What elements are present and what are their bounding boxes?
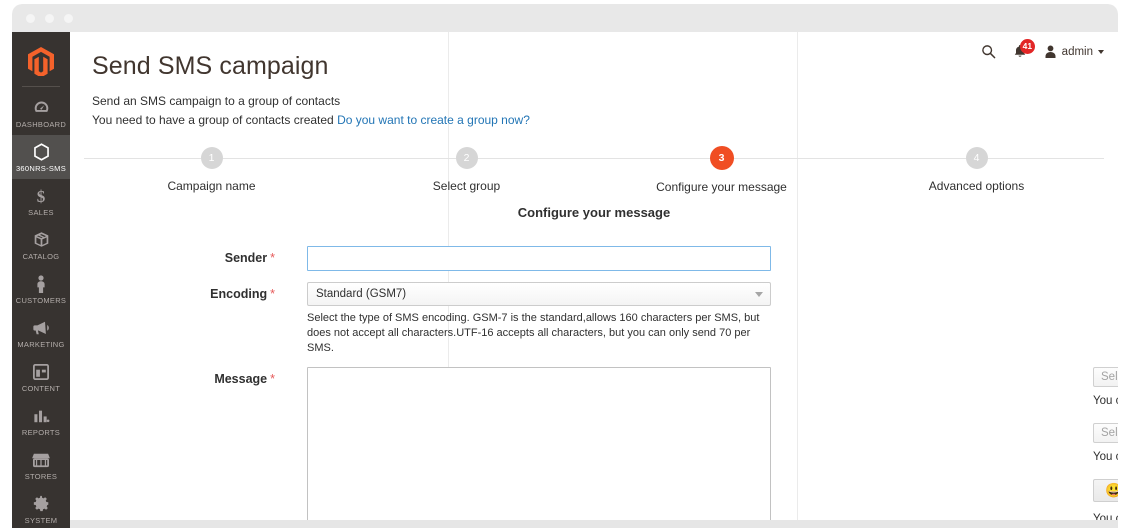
message-label: Message * [70,367,307,386]
required-asterisk: * [270,287,275,301]
form-row-message: Message* Select an Option You can add cu… [70,367,1118,528]
sidebar-item-label: Dashboard [15,120,67,129]
sidebar-logo-divider [22,86,60,87]
admin-sidebar: Dashboard 360NRS-SMS $ Sales Catalog [12,32,70,528]
chevron-down-icon [755,292,763,297]
step-label: Select group [432,179,501,193]
encoding-help-text: Select the type of SMS encoding. GSM-7 i… [307,312,760,354]
layout-icon [14,362,68,381]
custom-fields-selected-value: Select an Option [1101,371,1118,383]
required-asterisk: * [270,251,275,265]
message-label-text: Message [214,372,268,386]
page-note-text: You need to have a group of contacts cre… [92,113,338,127]
emoji-smile-icon: 😃 [1105,482,1118,498]
custom-fields-select[interactable]: Select an Option [1093,367,1118,387]
magento-logo-icon [28,46,54,76]
sidebar-item-label: Reports [21,428,61,437]
maximize-dot[interactable] [64,13,73,23]
notification-count-badge: 41 [1019,39,1036,54]
message-textarea[interactable] [307,367,771,528]
dollar-icon: $ [14,186,68,205]
custom-fields-help-text: You can add custom fields in your messag… [1093,395,1118,407]
step-number: 2 [455,147,478,169]
sidebar-item-label: Catalog [22,252,60,261]
step-select-group[interactable]: 2 Select group [339,147,594,194]
minimize-dot[interactable] [45,13,54,23]
megaphone-icon [14,318,68,337]
step-label: Configure your message [656,180,787,194]
urls-select[interactable]: Select an Option [1093,423,1118,443]
sidebar-item-label: System [24,516,58,525]
encoding-selected-value: Standard (GSM7) [316,288,407,300]
step-advanced-options[interactable]: 4 Advanced options [849,147,1104,194]
step-configure-your-message[interactable]: 3 Configure your message [594,146,849,194]
user-icon [1045,45,1056,58]
form-row-sender: Sender * [70,246,1118,271]
sidebar-item-stores[interactable]: Stores [12,443,70,487]
magento-logo[interactable] [12,38,70,84]
sender-input[interactable] [307,246,771,271]
form-row-encoding: Encoding * Standard (GSM7) Select the typ… [70,282,1118,356]
step-number: 4 [965,147,988,169]
user-name: admin [1061,45,1093,58]
sidebar-item-label: Sales [28,208,54,217]
encoding-label: Encoding * [70,282,307,301]
encoding-select[interactable]: Standard (GSM7) [307,282,771,306]
sidebar-item-marketing[interactable]: Marketing [12,311,70,355]
page-header: 41 admin Send SMS campaign Send an SMS c… [70,32,1118,129]
person-icon [14,274,68,293]
window-titlebar [12,4,1118,32]
page-bottom-strip [70,520,1118,528]
page-subtitle: Send an SMS campaign to a group of conta… [92,94,341,108]
search-icon[interactable] [981,44,996,59]
step-number: 3 [709,146,734,170]
configure-message-form: Sender * Encoding * Standard (GSM7) Sele… [70,246,1118,528]
section-title: Configure your message [517,205,671,220]
sidebar-item-customers[interactable]: Customers [12,267,70,311]
sidebar-item-reports[interactable]: Reports [12,399,70,443]
storefront-icon [14,450,68,469]
notifications-button[interactable]: 41 [1013,39,1036,59]
urls-selected-value: Select an Option [1101,427,1118,439]
box-icon [14,230,68,249]
create-group-link[interactable]: Do you want to create a group now? [337,113,530,127]
close-dot[interactable] [26,13,35,23]
encoding-label-text: Encoding [210,287,268,301]
emoji-picker-button[interactable]: 😃 [1093,479,1118,502]
sidebar-item-label: Stores [24,472,58,481]
dashboard-icon [14,98,68,117]
page-title: Send SMS campaign [92,52,329,80]
app-viewport: Dashboard 360NRS-SMS $ Sales Catalog [12,32,1118,528]
page-note: You need to have a group of contacts cre… [92,112,1096,129]
sidebar-item-catalog[interactable]: Catalog [12,223,70,267]
gear-icon [14,494,68,513]
step-label: Advanced options [928,179,1025,193]
sidebar-item-label: Customers [15,296,67,305]
hexagon-icon [14,142,68,161]
urls-help-text: You can add urls in your message. [1093,451,1118,463]
browser-window: Dashboard 360NRS-SMS $ Sales Catalog [12,4,1118,528]
chevron-down-icon [1098,49,1104,54]
main-content: 41 admin Send SMS campaign Send an SMS c… [70,32,1118,528]
sidebar-item-sales[interactable]: $ Sales [12,179,70,223]
required-asterisk: * [270,372,275,386]
step-label: Campaign name [167,179,256,193]
sidebar-item-label: 360NRS-SMS [15,164,67,173]
user-menu[interactable]: admin [1044,45,1104,59]
header-actions: 41 admin [981,39,1104,59]
message-helpers-panel: Select an Option You can add custom fiel… [1093,367,1118,528]
sender-label: Sender * [70,246,307,265]
sidebar-item-label: Marketing [17,340,65,349]
step-number: 1 [200,147,223,169]
bar-chart-icon [14,406,68,425]
sidebar-item-content[interactable]: Content [12,355,70,399]
sender-label-text: Sender [224,251,268,265]
sidebar-item-dashboard[interactable]: Dashboard [12,91,70,135]
svg-text:$: $ [37,187,46,205]
sidebar-item-label: Content [21,384,61,393]
step-campaign-name[interactable]: 1 Campaign name [84,147,339,194]
sidebar-item-360nrs-sms[interactable]: 360NRS-SMS [12,135,70,179]
wizard-stepper: 1 Campaign name 2 Select group 3 Configu… [84,146,1104,197]
sidebar-item-system[interactable]: System [12,487,70,528]
